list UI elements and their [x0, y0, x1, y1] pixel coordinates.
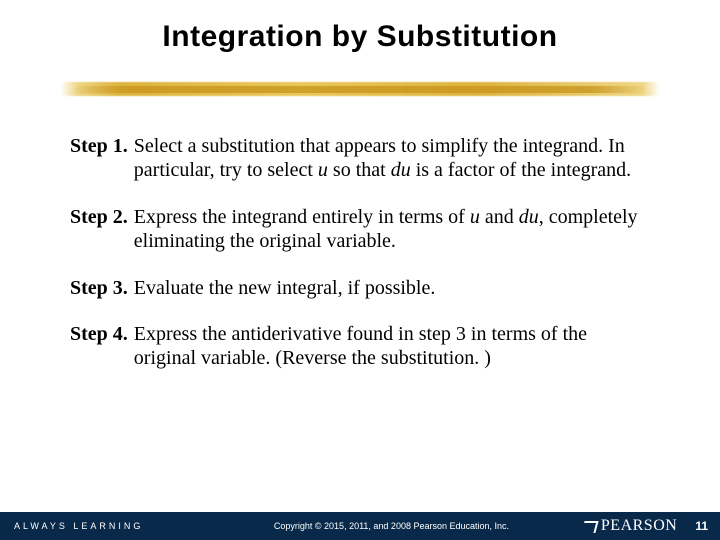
slide-title: Integration by Substitution [0, 0, 720, 54]
step-body: Express the integrand entirely in terms … [134, 205, 650, 254]
step-text: and [480, 206, 519, 228]
step-label: Step 2. [70, 205, 134, 254]
title-underline [60, 76, 660, 106]
footer-copyright: Copyright © 2015, 2011, and 2008 Pearson… [200, 521, 583, 531]
steps-list: Step 1.Select a substitution that appear… [70, 134, 650, 371]
step-label: Step 3. [70, 276, 134, 300]
footer-tagline: ALWAYS LEARNING [0, 521, 200, 531]
step-text: is a factor of the integrand. [411, 159, 631, 181]
step-label: Step 1. [70, 134, 134, 183]
step-text: so that [328, 159, 391, 181]
footer-bar: ALWAYS LEARNING Copyright © 2015, 2011, … [0, 512, 720, 540]
step-text: Express the integrand entirely in terms … [134, 206, 470, 228]
step-text: du [519, 206, 539, 228]
step-body: Select a substitution that appears to si… [134, 134, 650, 183]
step-text: u [470, 206, 480, 228]
step-item: Step 2.Express the integrand entirely in… [70, 205, 650, 254]
step-item: Step 4.Express the antiderivative found … [70, 322, 650, 371]
step-body: Express the antiderivative found in step… [134, 322, 650, 371]
brush-stroke-icon [72, 86, 648, 93]
page-number: 11 [687, 519, 720, 533]
step-text: Evaluate the new integral, if possible. [134, 277, 436, 299]
step-text: Express the antiderivative found in step… [134, 323, 587, 369]
pearson-logo-icon [583, 519, 597, 533]
step-text: u [318, 159, 328, 181]
footer-brand-text: PEARSON [601, 517, 677, 535]
step-label: Step 4. [70, 322, 134, 371]
step-body: Evaluate the new integral, if possible. [134, 276, 650, 300]
step-item: Step 1.Select a substitution that appear… [70, 134, 650, 183]
footer-brand: PEARSON [583, 517, 687, 535]
step-text: du [391, 159, 411, 181]
slide: Integration by Substitution Step 1.Selec… [0, 0, 720, 540]
step-item: Step 3.Evaluate the new integral, if pos… [70, 276, 650, 300]
